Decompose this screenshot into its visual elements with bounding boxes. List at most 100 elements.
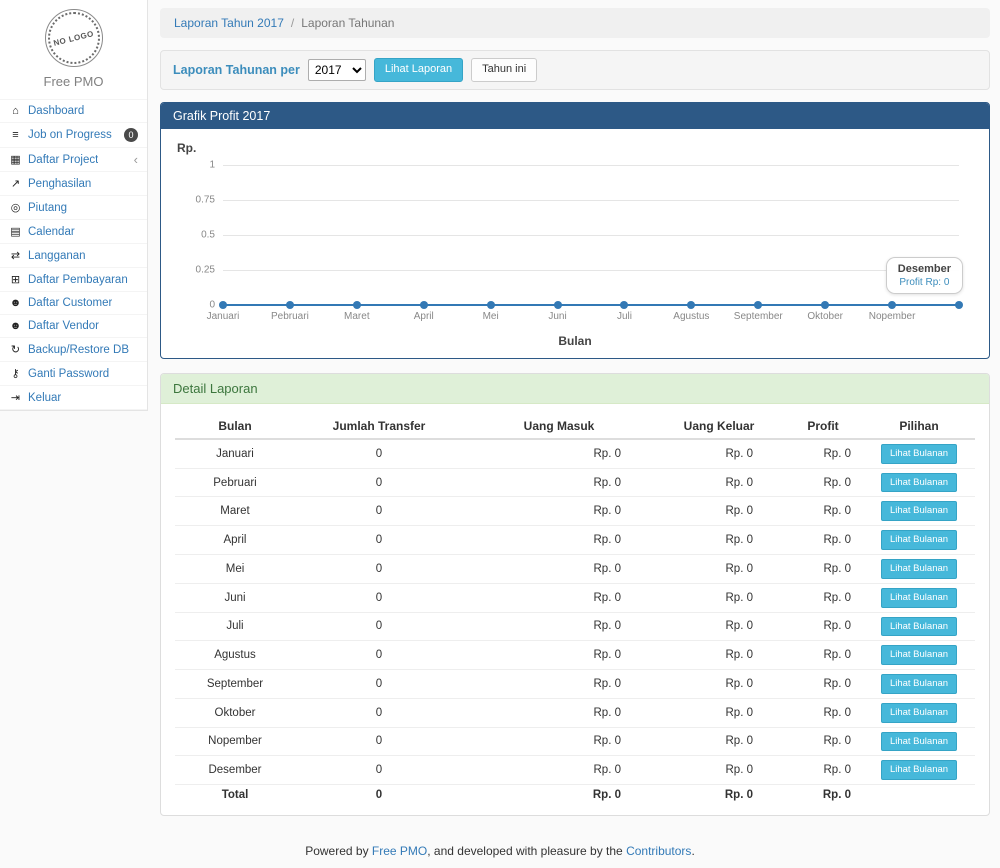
- footer-text: , and developed with pleasure by the: [427, 844, 626, 858]
- lihat-bulanan-button[interactable]: Lihat Bulanan: [881, 588, 957, 608]
- data-point[interactable]: [554, 301, 562, 309]
- lihat-bulanan-button[interactable]: Lihat Bulanan: [881, 473, 957, 493]
- tooltip-title: Desember: [898, 263, 951, 275]
- table-cell: Rp. 0: [463, 439, 655, 468]
- sidebar-item-daftar-customer[interactable]: ☻ Daftar Customer: [0, 291, 147, 314]
- table-cell: Rp. 0: [655, 439, 783, 468]
- table-cell: Rp. 0: [783, 612, 863, 641]
- year-select[interactable]: 2017: [308, 59, 366, 81]
- table-cell: Rp. 0: [655, 468, 783, 497]
- sidebar-item-ganti-password[interactable]: ⚷Ganti Password: [0, 361, 147, 385]
- table-cell: Rp. 0: [783, 497, 863, 526]
- table-cell: Lihat Bulanan: [863, 727, 975, 756]
- sidebar-item-label: Ganti Password: [28, 368, 109, 380]
- sidebar-item-dashboard[interactable]: ⌂Dashboard: [0, 99, 147, 122]
- tooltip-value: Profit Rp: 0: [898, 277, 951, 288]
- sidebar-item-calendar[interactable]: ▤Calendar: [0, 219, 147, 243]
- data-point[interactable]: [821, 301, 829, 309]
- table-cell: Lihat Bulanan: [863, 555, 975, 584]
- table-cell: 0: [295, 583, 463, 612]
- count-badge: 0: [124, 128, 138, 142]
- table-row: Januari0Rp. 0Rp. 0Rp. 0Lihat Bulanan: [175, 439, 975, 468]
- table-cell: Rp. 0: [783, 468, 863, 497]
- sidebar-item-penghasilan[interactable]: ↗Penghasilan: [0, 171, 147, 195]
- lihat-bulanan-button[interactable]: Lihat Bulanan: [881, 760, 957, 780]
- sidebar-item-backup-restore-db[interactable]: ↻Backup/Restore DB: [0, 337, 147, 361]
- sidebar-item-langganan[interactable]: ⇄Langganan: [0, 243, 147, 267]
- data-point[interactable]: [487, 301, 495, 309]
- breadcrumb-item[interactable]: Laporan Tahun 2017: [174, 16, 284, 30]
- table-cell: Rp. 0: [783, 698, 863, 727]
- lihat-bulanan-button[interactable]: Lihat Bulanan: [881, 674, 957, 694]
- lihat-bulanan-button[interactable]: Lihat Bulanan: [881, 501, 957, 521]
- users-icon: ☻: [9, 297, 22, 309]
- table-row: April0Rp. 0Rp. 0Rp. 0Lihat Bulanan: [175, 526, 975, 555]
- lihat-bulanan-button[interactable]: Lihat Bulanan: [881, 559, 957, 579]
- data-point[interactable]: [754, 301, 762, 309]
- data-point[interactable]: [888, 301, 896, 309]
- tahun-ini-button[interactable]: Tahun ini: [471, 58, 537, 82]
- plot-area: [223, 165, 959, 305]
- table-cell: Rp. 0: [655, 583, 783, 612]
- sidebar-item-keluar[interactable]: ⇥Keluar: [0, 385, 147, 409]
- x-tick-label: Oktober: [807, 311, 843, 322]
- table-row: Juni0Rp. 0Rp. 0Rp. 0Lihat Bulanan: [175, 583, 975, 612]
- column-header: Uang Masuk: [463, 414, 655, 439]
- main-content: Laporan Tahun 2017/Laporan Tahunan Lapor…: [148, 0, 1000, 830]
- footer-text: Powered by: [305, 844, 372, 858]
- breadcrumb: Laporan Tahun 2017/Laporan Tahunan: [160, 8, 990, 38]
- lihat-bulanan-button[interactable]: Lihat Bulanan: [881, 703, 957, 723]
- chart-icon: ↗: [9, 177, 22, 190]
- table-icon: ▦: [9, 153, 22, 166]
- data-point[interactable]: [420, 301, 428, 309]
- table-row: Mei0Rp. 0Rp. 0Rp. 0Lihat Bulanan: [175, 555, 975, 584]
- table-cell: Rp. 0: [655, 497, 783, 526]
- x-tick-label: Mei: [483, 311, 499, 322]
- lihat-bulanan-button[interactable]: Lihat Bulanan: [881, 617, 957, 637]
- sidebar-item-daftar-pembayaran[interactable]: ⊞Daftar Pembayaran: [0, 267, 147, 291]
- contributors-link[interactable]: Contributors: [626, 844, 691, 858]
- free-pmo-link[interactable]: Free PMO: [372, 844, 427, 858]
- table-cell: Rp. 0: [463, 727, 655, 756]
- table-cell: Rp. 0: [463, 583, 655, 612]
- no-logo-stamp: NO LOGO: [48, 12, 100, 64]
- table-cell: 0: [295, 439, 463, 468]
- table-cell: Rp. 0: [463, 497, 655, 526]
- lihat-bulanan-button[interactable]: Lihat Bulanan: [881, 530, 957, 550]
- y-tick-label: 0: [179, 299, 215, 310]
- data-point[interactable]: [219, 301, 227, 309]
- money-icon: ◎: [9, 201, 22, 214]
- table-cell: Lihat Bulanan: [863, 756, 975, 785]
- dashboard-icon: ⌂: [9, 105, 22, 117]
- table-row: September0Rp. 0Rp. 0Rp. 0Lihat Bulanan: [175, 670, 975, 699]
- lihat-bulanan-button[interactable]: Lihat Bulanan: [881, 444, 957, 464]
- sidebar-item-piutang[interactable]: ◎Piutang: [0, 195, 147, 219]
- data-point[interactable]: [286, 301, 294, 309]
- table-cell: Juli: [175, 612, 295, 641]
- table-cell: September: [175, 670, 295, 699]
- table-cell: 0: [295, 785, 463, 806]
- y-axis-title: Rp.: [177, 141, 975, 155]
- table-cell: Rp. 0: [463, 756, 655, 785]
- sidebar-item-label: Daftar Customer: [28, 297, 112, 309]
- sidebar-item-daftar-project[interactable]: ▦Daftar Project‹: [0, 147, 147, 171]
- data-point[interactable]: [955, 301, 963, 309]
- lihat-laporan-button[interactable]: Lihat Laporan: [374, 58, 463, 82]
- sidebar-item-daftar-vendor[interactable]: ☻Daftar Vendor: [0, 314, 147, 337]
- table-cell: Rp. 0: [655, 670, 783, 699]
- table-cell: Rp. 0: [783, 526, 863, 555]
- data-point[interactable]: [353, 301, 361, 309]
- x-axis-title: Bulan: [175, 334, 975, 348]
- data-point[interactable]: [687, 301, 695, 309]
- exchange-icon: ⇄: [9, 249, 22, 262]
- lihat-bulanan-button[interactable]: Lihat Bulanan: [881, 645, 957, 665]
- table-cell: Total: [175, 785, 295, 806]
- lihat-bulanan-button[interactable]: Lihat Bulanan: [881, 732, 957, 752]
- x-tick-label: Juli: [617, 311, 632, 322]
- data-point[interactable]: [620, 301, 628, 309]
- sidebar-item-label: Keluar: [28, 392, 61, 404]
- sidebar-item-job-on-progress[interactable]: ≡Job on Progress0: [0, 122, 147, 147]
- page: NO LOGO Free PMO ⌂Dashboard≡Job on Progr…: [0, 0, 1000, 830]
- footer: Powered by Free PMO, and developed with …: [0, 830, 1000, 868]
- app-name: Free PMO: [0, 74, 147, 89]
